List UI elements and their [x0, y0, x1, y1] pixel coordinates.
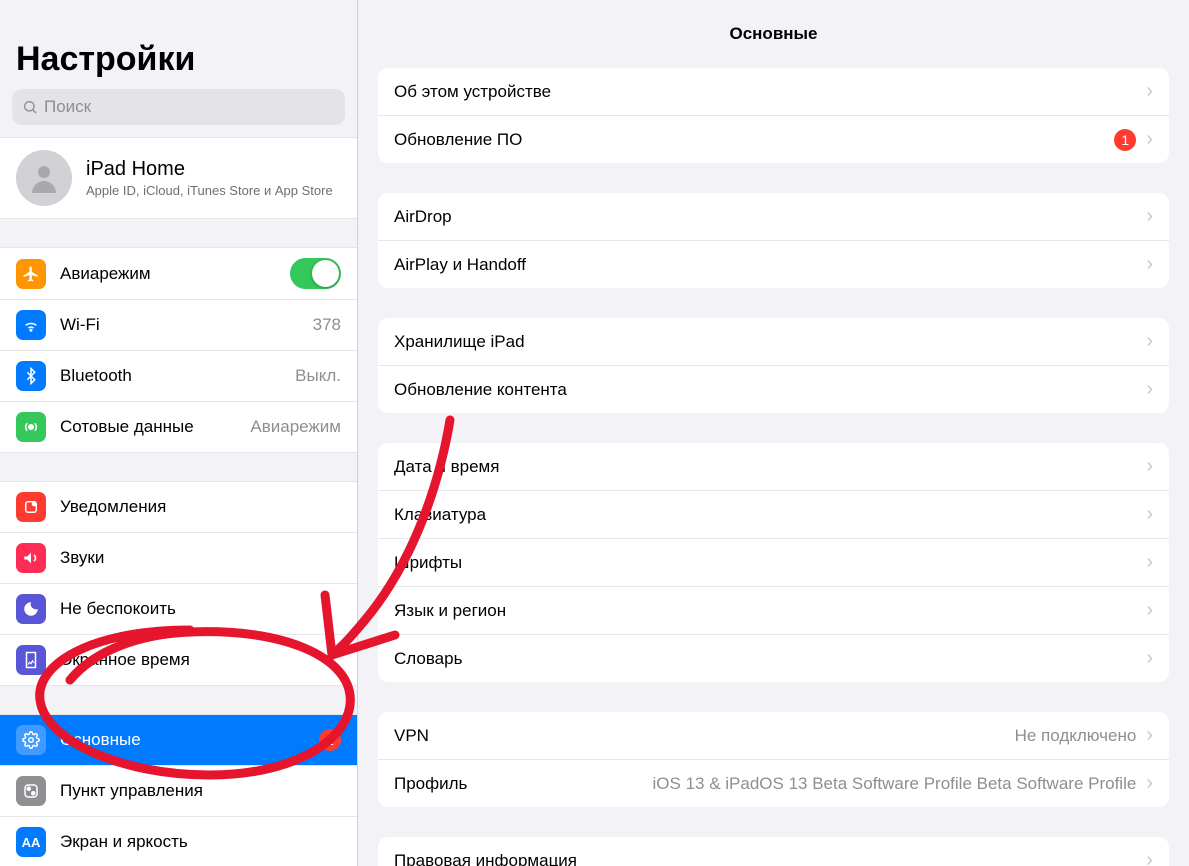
row-label: Словарь — [394, 649, 1136, 669]
sidebar-item-bluetooth[interactable]: Bluetooth Выкл. — [0, 351, 357, 402]
sidebar-item-label: Bluetooth — [60, 366, 281, 386]
row-label: Язык и регион — [394, 601, 1136, 621]
profile-row[interactable]: iPad Home Apple ID, iCloud, iTunes Store… — [0, 137, 357, 219]
page-title: Основные — [358, 0, 1189, 68]
bluetooth-icon — [16, 361, 46, 391]
row-legal[interactable]: Правовая информация › — [378, 837, 1169, 866]
wifi-value: 378 — [313, 315, 341, 335]
sidebar-item-label: Основные — [60, 730, 305, 750]
row-label: AirDrop — [394, 207, 1136, 227]
sidebar-item-general[interactable]: Основные 1 — [0, 715, 357, 766]
screentime-icon — [16, 645, 46, 675]
dnd-icon — [16, 594, 46, 624]
row-label: VPN — [394, 726, 1005, 746]
control-center-icon — [16, 776, 46, 806]
chevron-right-icon: › — [1146, 378, 1153, 401]
sidebar-item-sounds[interactable]: Звуки — [0, 533, 357, 584]
sidebar-item-notifications[interactable]: Уведомления — [0, 482, 357, 533]
row-vpn[interactable]: VPN Не подключено › — [378, 712, 1169, 760]
chevron-right-icon: › — [1146, 599, 1153, 622]
profile-subtitle: Apple ID, iCloud, iTunes Store и App Sto… — [86, 183, 333, 198]
sidebar-item-label: Уведомления — [60, 497, 341, 517]
chevron-right-icon: › — [1146, 551, 1153, 574]
row-label: Профиль — [394, 774, 643, 794]
sidebar-item-label: Звуки — [60, 548, 341, 568]
row-keyboard[interactable]: Клавиатура › — [378, 491, 1169, 539]
chevron-right-icon: › — [1146, 724, 1153, 747]
row-label: Шрифты — [394, 553, 1136, 573]
sidebar-item-label: Не беспокоить — [60, 599, 341, 619]
settings-title: Настройки — [0, 0, 357, 89]
row-label: Обновление контента — [394, 380, 1136, 400]
airplane-icon — [16, 259, 46, 289]
general-badge: 1 — [319, 729, 341, 751]
notifications-icon — [16, 492, 46, 522]
chevron-right-icon: › — [1146, 772, 1153, 795]
chevron-right-icon: › — [1146, 503, 1153, 526]
row-label: Правовая информация — [394, 851, 1136, 866]
vpn-value: Не подключено — [1015, 726, 1137, 746]
sidebar-item-display[interactable]: AA Экран и яркость — [0, 817, 357, 866]
row-about[interactable]: Об этом устройстве › — [378, 68, 1169, 116]
chevron-right-icon: › — [1146, 128, 1153, 151]
sidebar-item-label: Wi-Fi — [60, 315, 299, 335]
sidebar-item-screentime[interactable]: Экранное время — [0, 635, 357, 685]
row-label: Дата и время — [394, 457, 1136, 477]
row-label: Клавиатура — [394, 505, 1136, 525]
sidebar-item-airplane[interactable]: Авиарежим — [0, 248, 357, 300]
profile-name: iPad Home — [86, 158, 333, 181]
wifi-icon — [16, 310, 46, 340]
sidebar-item-label: Пункт управления — [60, 781, 341, 801]
cellular-value: Авиарежим — [250, 417, 341, 437]
chevron-right-icon: › — [1146, 647, 1153, 670]
profile-value: iOS 13 & iPadOS 13 Beta Software Profile… — [653, 774, 1137, 794]
airplane-toggle[interactable] — [290, 258, 341, 289]
search-icon — [22, 99, 38, 115]
search-placeholder: Поиск — [44, 97, 91, 117]
row-label: Обновление ПО — [394, 130, 1104, 150]
sidebar-item-label: Экран и яркость — [60, 832, 341, 852]
chevron-right-icon: › — [1146, 205, 1153, 228]
sidebar-item-control[interactable]: Пункт управления — [0, 766, 357, 817]
row-datetime[interactable]: Дата и время › — [378, 443, 1169, 491]
chevron-right-icon: › — [1146, 849, 1153, 866]
cellular-icon — [16, 412, 46, 442]
sidebar-item-label: Сотовые данные — [60, 417, 236, 437]
chevron-right-icon: › — [1146, 330, 1153, 353]
row-storage[interactable]: Хранилище iPad › — [378, 318, 1169, 366]
sidebar-item-label: Авиарежим — [60, 264, 276, 284]
sidebar-item-label: Экранное время — [60, 650, 341, 670]
sidebar-item-cellular[interactable]: Сотовые данные Авиарежим — [0, 402, 357, 452]
chevron-right-icon: › — [1146, 253, 1153, 276]
display-icon: AA — [16, 827, 46, 857]
sidebar-item-wifi[interactable]: Wi-Fi 378 — [0, 300, 357, 351]
avatar — [16, 150, 72, 206]
row-label: Хранилище iPad — [394, 332, 1136, 352]
gear-icon — [16, 725, 46, 755]
row-profile[interactable]: Профиль iOS 13 & iPadOS 13 Beta Software… — [378, 760, 1169, 807]
row-airplay[interactable]: AirPlay и Handoff › — [378, 241, 1169, 288]
sounds-icon — [16, 543, 46, 573]
row-airdrop[interactable]: AirDrop › — [378, 193, 1169, 241]
chevron-right-icon: › — [1146, 80, 1153, 103]
row-label: AirPlay и Handoff — [394, 255, 1136, 275]
sidebar-item-dnd[interactable]: Не беспокоить — [0, 584, 357, 635]
row-background-refresh[interactable]: Обновление контента › — [378, 366, 1169, 413]
row-language[interactable]: Язык и регион › — [378, 587, 1169, 635]
software-update-badge: 1 — [1114, 129, 1136, 151]
chevron-right-icon: › — [1146, 455, 1153, 478]
row-software-update[interactable]: Обновление ПО 1 › — [378, 116, 1169, 163]
bluetooth-value: Выкл. — [295, 366, 341, 386]
search-input[interactable]: Поиск — [12, 89, 345, 125]
row-label: Об этом устройстве — [394, 82, 1136, 102]
row-fonts[interactable]: Шрифты › — [378, 539, 1169, 587]
row-dictionary[interactable]: Словарь › — [378, 635, 1169, 682]
